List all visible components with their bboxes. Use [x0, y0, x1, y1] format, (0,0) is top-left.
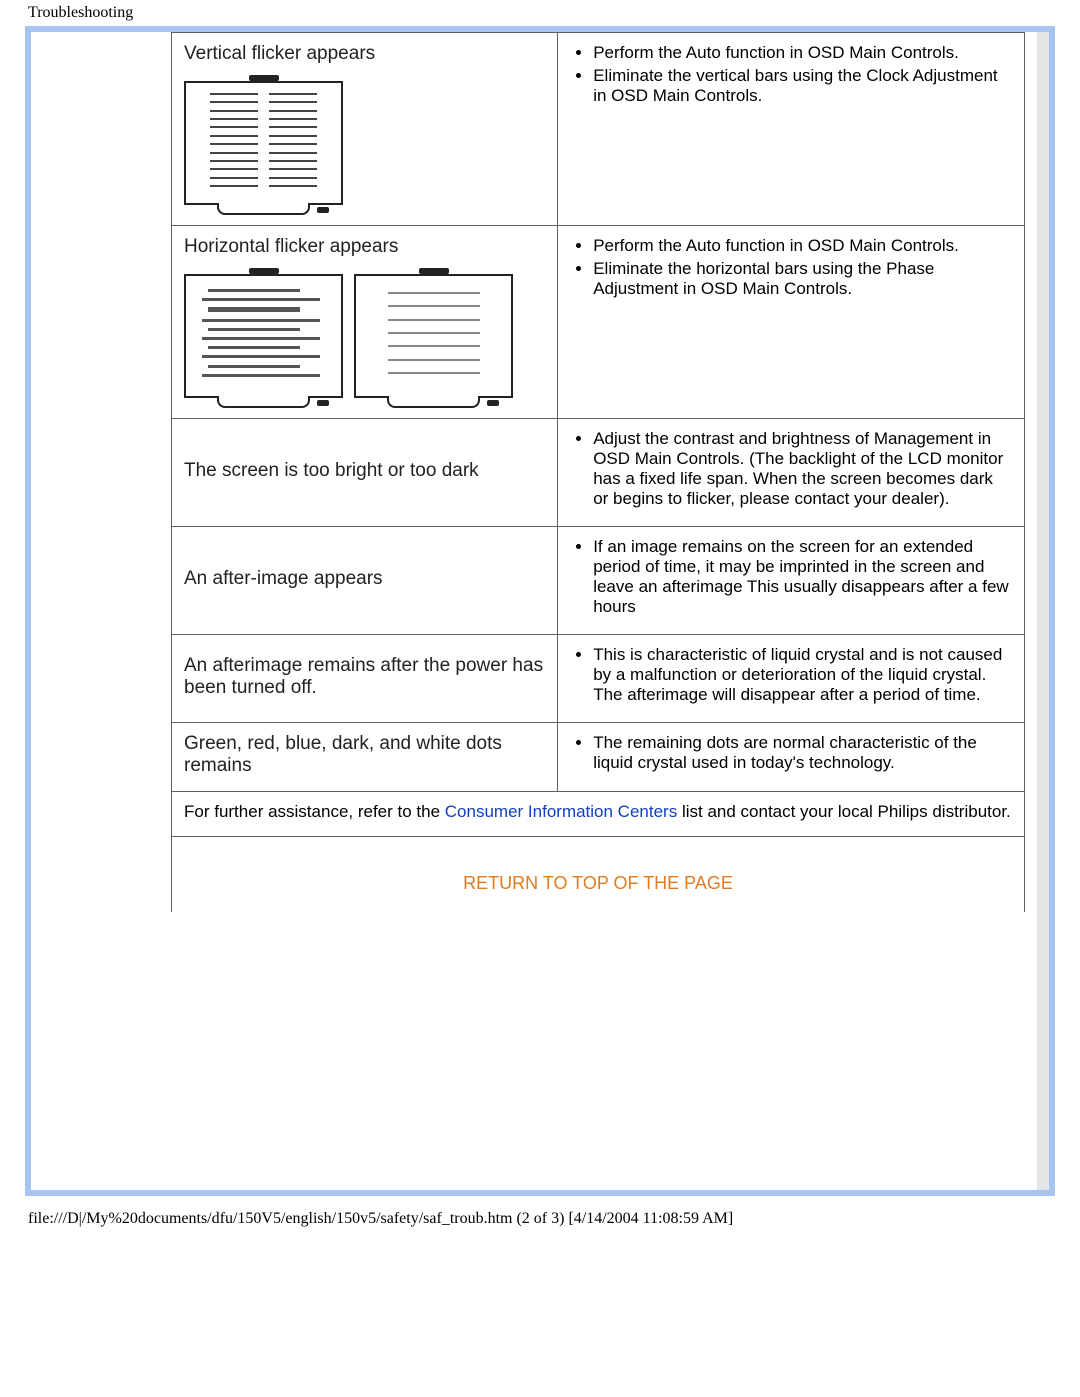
right-strip — [1037, 32, 1049, 1190]
symptom-cell-vertical-flicker: Vertical flicker appears — [172, 33, 558, 226]
solution-item: Eliminate the horizontal bars using the … — [593, 259, 1012, 299]
symptom-title: Vertical flicker appears — [184, 43, 545, 65]
solution-item: This is characteristic of liquid crystal… — [593, 645, 1012, 705]
solution-item: The remaining dots are normal characteri… — [593, 733, 1012, 773]
symptom-cell-afterimage-poweroff: An afterimage remains after the power ha… — [172, 635, 558, 723]
monitor-icon — [354, 274, 513, 398]
solution-item: If an image remains on the screen for an… — [593, 537, 1012, 617]
symptom-cell-dots: Green, red, blue, dark, and white dots r… — [172, 723, 558, 792]
solution-item: Perform the Auto function in OSD Main Co… — [593, 43, 1012, 63]
footer-text-after: list and contact your local Philips dist… — [677, 802, 1011, 821]
footer-cell: For further assistance, refer to the Con… — [172, 792, 1025, 837]
solution-item: Adjust the contrast and brightness of Ma… — [593, 429, 1012, 509]
symptom-cell-horizontal-flicker: Horizontal flicker appears — [172, 226, 558, 419]
solution-item: Eliminate the vertical bars using the Cl… — [593, 66, 1012, 106]
solution-item: Perform the Auto function in OSD Main Co… — [593, 236, 1012, 256]
monitor-icon — [184, 81, 343, 205]
symptom-title: Green, red, blue, dark, and white dots r… — [184, 733, 502, 776]
symptom-cell-afterimage: An after-image appears — [172, 527, 558, 635]
content-frame: Vertical flicker appears Perform the Aut… — [25, 26, 1055, 1196]
file-path-line: file:///D|/My%20documents/dfu/150V5/engl… — [0, 1196, 1080, 1238]
return-container: RETURN TO TOP OF THE PAGE — [171, 837, 1025, 912]
footer-text-before: For further assistance, refer to the — [184, 802, 445, 821]
page-header: Troubleshooting — [0, 0, 1080, 26]
solution-cell: If an image remains on the screen for an… — [558, 527, 1025, 635]
solution-cell: Perform the Auto function in OSD Main Co… — [558, 33, 1025, 226]
solution-cell: Adjust the contrast and brightness of Ma… — [558, 419, 1025, 527]
return-to-top-link[interactable]: RETURN TO TOP OF THE PAGE — [172, 873, 1024, 894]
symptom-title: The screen is too bright or too dark — [184, 460, 479, 481]
solution-cell: Perform the Auto function in OSD Main Co… — [558, 226, 1025, 419]
solution-cell: The remaining dots are normal characteri… — [558, 723, 1025, 792]
consumer-info-link[interactable]: Consumer Information Centers — [445, 802, 677, 821]
solution-cell: This is characteristic of liquid crystal… — [558, 635, 1025, 723]
symptom-title: An after-image appears — [184, 568, 383, 589]
symptom-cell-bright-dark: The screen is too bright or too dark — [172, 419, 558, 527]
troubleshooting-table: Vertical flicker appears Perform the Aut… — [171, 32, 1025, 837]
monitor-icon — [184, 274, 343, 398]
symptom-title: Horizontal flicker appears — [184, 236, 545, 258]
symptom-title: An afterimage remains after the power ha… — [184, 655, 543, 698]
